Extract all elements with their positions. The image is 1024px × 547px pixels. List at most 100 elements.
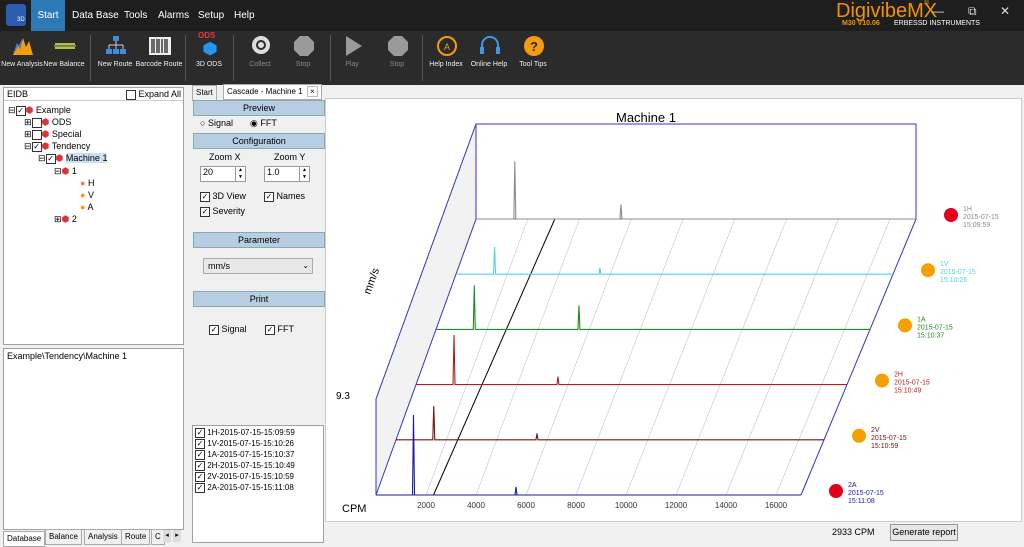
menu-database[interactable]: Data Base — [72, 0, 119, 31]
collect-button[interactable]: Collect — [238, 31, 282, 85]
list-item[interactable]: ✓ 2H-2015-07-15-15:10:49 — [195, 461, 295, 471]
severity-checkbox[interactable]: ✓ Severity — [200, 206, 245, 217]
cpm-value: 2933 — [832, 527, 853, 537]
list-item[interactable]: ✓ 2V-2015-07-15-15:10:59 — [195, 472, 294, 482]
grid-line — [525, 218, 632, 496]
company-name: ERBESSD INSTRUMENTS — [894, 20, 980, 27]
tab-cascade[interactable]: Cascade - Machine 1 × — [223, 84, 322, 100]
menu-alarms[interactable]: Alarms — [158, 0, 189, 31]
print-signal-checkbox[interactable]: ✓ Signal — [209, 324, 247, 335]
print-header: Print — [193, 291, 325, 307]
menu-bar: 3D Start Data Base Tools Alarms Setup He… — [0, 0, 1024, 31]
restore-button[interactable]: ⧉ — [968, 4, 977, 19]
svg-text:A: A — [444, 42, 450, 52]
signal-radio[interactable]: ○ Signal — [200, 118, 233, 128]
y-marker-label: 9.3 — [336, 391, 350, 402]
x-tick-label: 4000 — [467, 501, 485, 510]
series-name-label: 1V — [940, 261, 949, 268]
severity-indicator-1A — [898, 318, 912, 333]
tab-balance[interactable]: Balance — [45, 529, 82, 545]
ribbon-toolbar: New Analysis New Balance New Route Barco… — [0, 31, 1024, 85]
tree-item-example[interactable]: ⊟ ✓ ⬢ Example — [8, 104, 71, 116]
play-icon — [346, 36, 362, 56]
svg-text:?: ? — [530, 39, 538, 54]
close-button[interactable]: ✕ — [1000, 4, 1010, 18]
online-help-button[interactable]: Online Help — [467, 31, 511, 85]
app-version: M30 V10.06 — [842, 20, 880, 27]
tree-item-point-1[interactable]: ⊟⬢ 1 — [54, 165, 77, 177]
tool-tips-button[interactable]: ? Tool Tips — [511, 31, 555, 85]
stepper-arrows-icon[interactable]: ▲ ▼ — [299, 167, 309, 181]
brand-tm: ® — [924, 0, 930, 7]
tree-item-point-2[interactable]: ⊞⬢ 2 — [54, 213, 77, 225]
severity-indicator-2H — [875, 373, 889, 388]
tree-item-v[interactable]: ● V — [80, 189, 94, 201]
close-tab-icon[interactable]: × — [306, 86, 318, 97]
menu-start[interactable]: Start — [31, 0, 65, 31]
barcode-route-button[interactable]: Barcode Route — [136, 31, 182, 85]
tree-item-h[interactable]: ● H — [80, 177, 94, 189]
list-item-label: 1H-2015-07-15-15:09:59 — [207, 428, 295, 438]
tree-item-ods[interactable]: ⊞ ⬢ ODS — [24, 116, 71, 128]
tree-item-a[interactable]: ● A — [80, 201, 93, 213]
zoom-x-stepper[interactable]: 20 ▲ ▼ — [200, 166, 246, 182]
ribbon-separator — [233, 35, 234, 81]
list-item[interactable]: ✓ 1A-2015-07-15-15:10:37 — [195, 450, 294, 460]
parameter-select[interactable]: mm/s ⌄ — [203, 258, 313, 274]
stepper-arrows-icon[interactable]: ▲ ▼ — [235, 167, 245, 181]
list-item[interactable]: ✓ 2A-2015-07-15-15:11:08 — [195, 483, 294, 493]
list-item[interactable]: ✓ 1H-2015-07-15-15:09:59 — [195, 428, 295, 438]
series-name-label: 2V — [871, 427, 880, 434]
series-date-label: 2015-07-15 — [940, 269, 976, 276]
tab-start[interactable]: Start — [192, 85, 217, 101]
print-fft-checkbox[interactable]: ✓ FFT — [265, 324, 294, 335]
severity-indicator-1H — [944, 208, 958, 222]
series-time-label: 15:10:26 — [940, 277, 967, 284]
list-item[interactable]: ✓ 1V-2015-07-15-15:10:26 — [195, 439, 294, 449]
expand-all-checkbox[interactable]: Expand All — [126, 89, 181, 100]
list-item-label: 2V-2015-07-15-15:10:59 — [207, 472, 294, 482]
series-time-label: 15:10:49 — [894, 388, 921, 395]
tree-label: Special — [51, 129, 82, 139]
help-index-button[interactable]: A Help Index — [424, 31, 468, 85]
barcode-route-label: Barcode Route — [135, 61, 183, 68]
tree-label: Example — [35, 105, 71, 115]
app-logo-icon: 3D — [6, 4, 26, 26]
list-item-label: 2A-2015-07-15-15:11:08 — [207, 483, 294, 493]
stop-button[interactable]: Stop — [281, 31, 325, 85]
cascade-chart: 2000 4000 6000 8000 10000 12000 14000 160001H20… — [336, 110, 999, 515]
tab-route[interactable]: Route — [121, 529, 151, 545]
view-3d-checkbox[interactable]: ✓ 3D View — [200, 191, 246, 202]
minimize-button[interactable]: — — [932, 4, 944, 18]
tree-item-tendency[interactable]: ⊟ ✓ ⬢ Tendency — [24, 140, 90, 152]
names-checkbox[interactable]: ✓ Names — [264, 191, 305, 202]
list-item-label: 1V-2015-07-15-15:10:26 — [207, 439, 294, 449]
zoom-y-value: 1.0 — [267, 167, 280, 177]
zoom-y-stepper[interactable]: 1.0 ▲ ▼ — [264, 166, 310, 182]
ribbon-separator — [185, 35, 186, 81]
tab-scroll-right[interactable]: ▸ — [173, 530, 181, 542]
stop-play-button[interactable]: Stop — [375, 31, 419, 85]
back-panel — [475, 123, 917, 220]
play-button[interactable]: Play — [330, 31, 374, 85]
tool-tips-label: Tool Tips — [519, 61, 547, 68]
generate-report-button[interactable]: Generate report — [890, 524, 958, 541]
ods-3d-button[interactable]: ODS 3D ODS — [187, 31, 231, 85]
tree-item-special[interactable]: ⊞ ⬢ Special — [24, 128, 81, 140]
ods-3d-label: 3D ODS — [195, 61, 223, 68]
severity-indicator-2V — [852, 428, 866, 443]
series-trace-1V — [456, 246, 893, 275]
fft-radio[interactable]: ◉ FFT — [250, 118, 277, 129]
menu-help[interactable]: Help — [234, 0, 255, 31]
new-balance-button[interactable]: New Balance — [42, 31, 86, 85]
menu-tools[interactable]: Tools — [124, 0, 147, 31]
tree-label: V — [87, 190, 94, 200]
tree-label: 1 — [71, 166, 77, 176]
new-analysis-button[interactable]: New Analysis — [0, 31, 44, 85]
tab-scroll-left[interactable]: ◂ — [163, 530, 171, 542]
tab-analysis[interactable]: Analysis — [84, 529, 122, 545]
menu-setup[interactable]: Setup — [198, 0, 224, 31]
new-route-button[interactable]: New Route — [93, 31, 137, 85]
tree-item-machine-1[interactable]: ⊟ ✓ ⬢ Machine 1 — [38, 152, 108, 164]
tab-cascade-label: Cascade - Machine 1 — [227, 87, 303, 96]
